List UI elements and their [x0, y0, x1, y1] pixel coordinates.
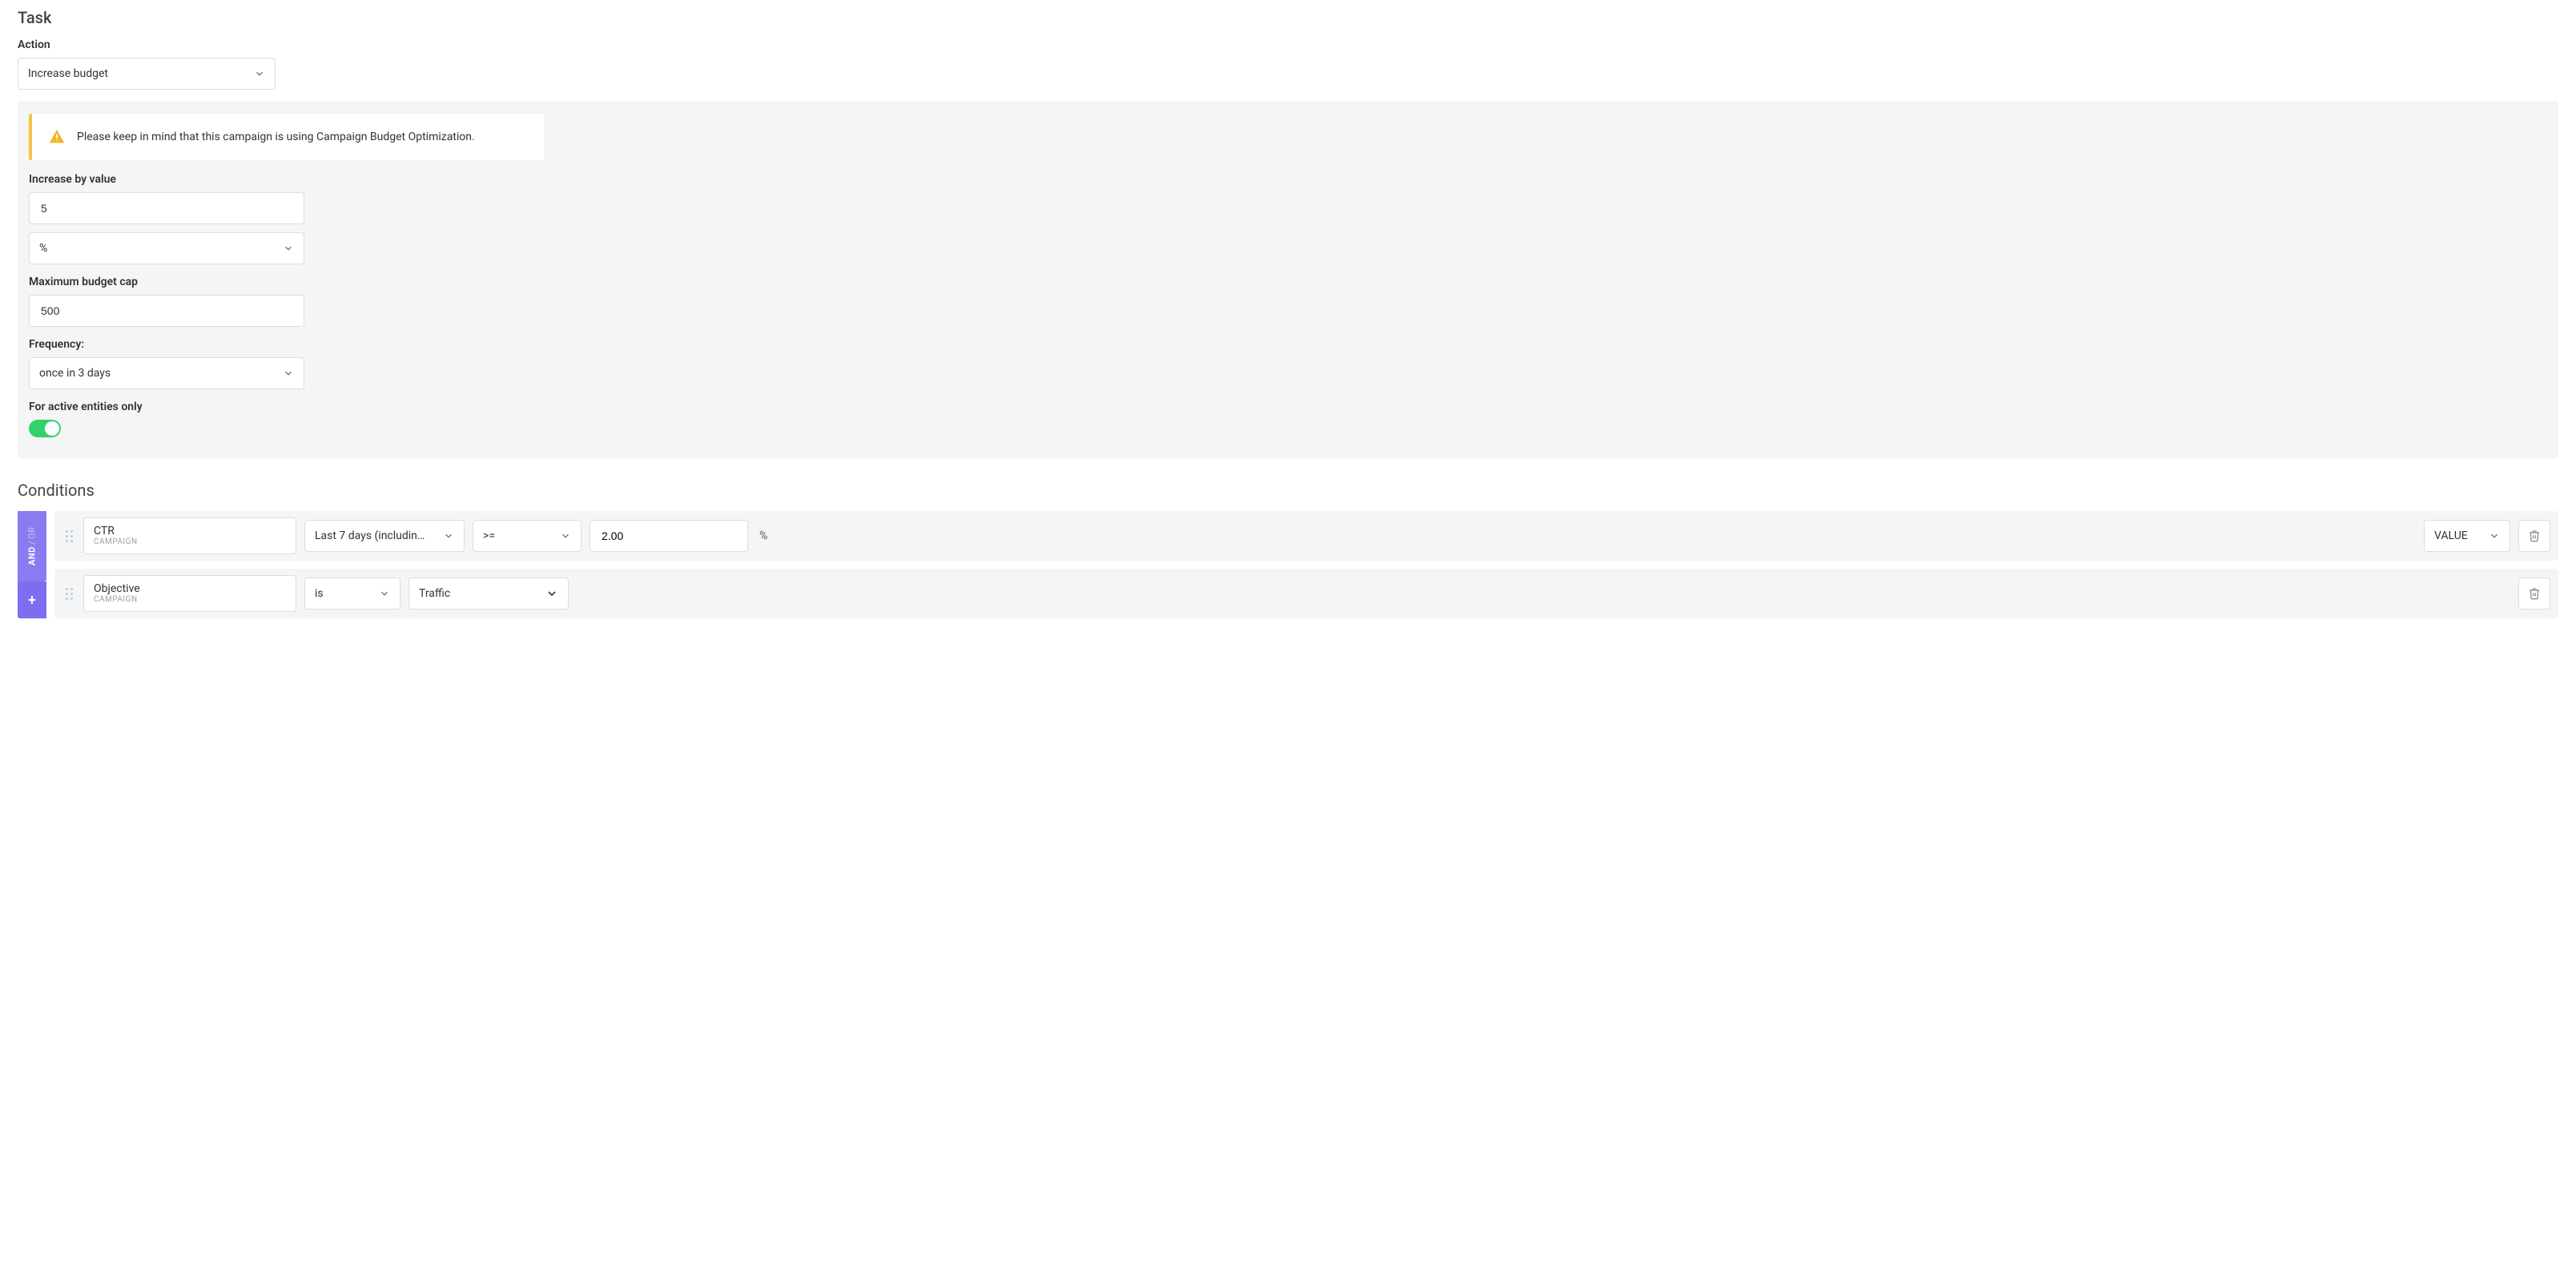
- chevron-down-icon: [379, 588, 390, 599]
- cap-input-wrap[interactable]: [29, 295, 304, 327]
- value-type-select[interactable]: VALUE: [2424, 520, 2510, 552]
- drag-handle[interactable]: [62, 530, 75, 542]
- cbo-warning-text: Please keep in mind that this campaign i…: [77, 131, 475, 143]
- action-select[interactable]: Increase budget: [18, 58, 276, 90]
- action-label: Action: [18, 38, 2558, 51]
- delete-condition-button[interactable]: [2518, 520, 2550, 552]
- chevron-down-icon: [560, 530, 571, 541]
- metric-name: CTR: [94, 525, 286, 537]
- metric-level: CAMPAIGN: [94, 537, 286, 546]
- increase-unit-select[interactable]: %: [29, 232, 304, 264]
- warning-icon: [48, 128, 66, 146]
- value-input-wrap[interactable]: [590, 520, 748, 552]
- frequency-label: Frequency:: [29, 338, 304, 351]
- chevron-down-icon: [283, 368, 294, 379]
- task-config-panel: Please keep in mind that this campaign i…: [18, 101, 2558, 458]
- chevron-down-icon: [254, 68, 265, 79]
- chevron-down-icon: [545, 587, 558, 600]
- operator-select[interactable]: >=: [473, 520, 582, 552]
- add-condition-button[interactable]: +: [18, 582, 46, 618]
- action-select-value: Increase budget: [28, 67, 108, 80]
- task-heading: Task: [18, 8, 2558, 27]
- frequency-value: once in 3 days: [39, 367, 111, 380]
- date-range-value: Last 7 days (includin…: [315, 529, 425, 542]
- objective-select[interactable]: Traffic: [409, 578, 569, 610]
- conditions-rail: AND / OR +: [18, 511, 46, 618]
- toggle-knob: [45, 421, 59, 436]
- increase-by-input[interactable]: [39, 201, 294, 215]
- and-label: AND: [27, 546, 38, 566]
- conditions-heading: Conditions: [18, 481, 2558, 500]
- increase-by-label: Increase by value: [29, 173, 304, 186]
- active-only-label: For active entities only: [29, 401, 304, 413]
- metric-select[interactable]: CTR CAMPAIGN: [83, 517, 296, 554]
- active-only-toggle[interactable]: [29, 420, 61, 437]
- operator-value: >=: [483, 529, 495, 542]
- value-input[interactable]: [600, 529, 738, 543]
- rail-separator: /: [27, 541, 38, 545]
- value-unit: %: [756, 529, 771, 542]
- trash-icon: [2528, 587, 2541, 600]
- metric-level: CAMPAIGN: [94, 595, 286, 604]
- cbo-warning-alert: Please keep in mind that this campaign i…: [29, 114, 545, 160]
- chevron-down-icon: [2489, 530, 2500, 541]
- condition-row: Objective CAMPAIGN is Traffic: [54, 569, 2558, 618]
- delete-condition-button[interactable]: [2518, 578, 2550, 610]
- objective-value: Traffic: [419, 587, 450, 600]
- trash-icon: [2528, 529, 2541, 542]
- increase-by-input-wrap[interactable]: [29, 192, 304, 224]
- frequency-select[interactable]: once in 3 days: [29, 357, 304, 389]
- metric-name: Objective: [94, 583, 286, 595]
- metric-select[interactable]: Objective CAMPAIGN: [83, 575, 296, 612]
- cap-label: Maximum budget cap: [29, 276, 304, 288]
- or-label: OR: [27, 527, 38, 539]
- condition-row: CTR CAMPAIGN Last 7 days (includin… >= %: [54, 511, 2558, 561]
- value-type-value: VALUE: [2434, 529, 2468, 542]
- drag-handle[interactable]: [62, 588, 75, 600]
- operator-value: is: [315, 587, 324, 600]
- and-or-toggle[interactable]: AND / OR: [18, 511, 46, 582]
- chevron-down-icon: [283, 243, 294, 254]
- increase-unit-value: %: [39, 242, 47, 255]
- operator-select[interactable]: is: [304, 578, 400, 610]
- date-range-select[interactable]: Last 7 days (includin…: [304, 520, 465, 552]
- chevron-down-icon: [443, 530, 454, 541]
- cap-input[interactable]: [39, 304, 294, 318]
